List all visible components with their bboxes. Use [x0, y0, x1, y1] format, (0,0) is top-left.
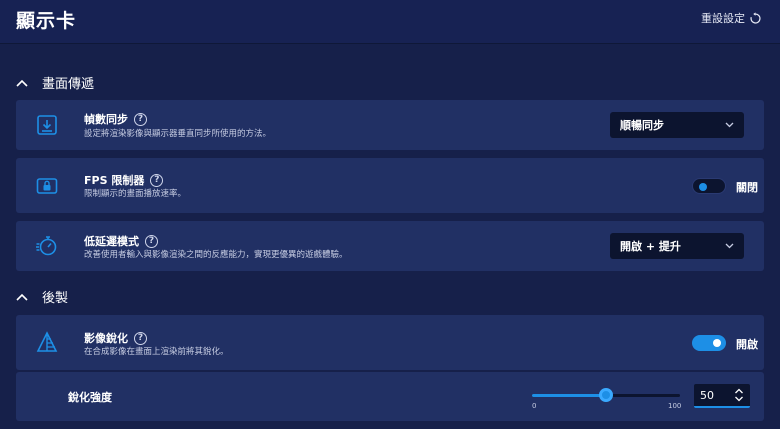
vsync-title: 幀數同步 — [84, 113, 128, 126]
chevron-down-icon — [725, 243, 734, 249]
vsync-dropdown-value: 順暢同步 — [620, 119, 664, 132]
chevron-up-icon — [16, 293, 28, 301]
section-post-header[interactable]: 後製 — [16, 287, 68, 306]
slider-thumb[interactable] — [599, 388, 613, 402]
chevron-up-icon — [16, 79, 28, 87]
slider-fill — [532, 394, 606, 397]
vsync-dropdown[interactable]: 順暢同步 — [610, 112, 744, 138]
fps-limiter-help-icon[interactable]: ? — [150, 173, 164, 187]
fps-limiter-description: 限制顯示的畫面播放速率。 — [84, 189, 187, 199]
slider-min-label: 0 — [532, 402, 537, 410]
sharpening-help-icon[interactable]: ? — [134, 331, 147, 345]
sharpness-value: 50 — [700, 388, 714, 402]
vsync-description: 設定將渲染影像與顯示器垂直同步所使用的方法。 — [84, 129, 272, 139]
fps-lock-icon — [36, 178, 58, 194]
vsync-card: 幀數同步 ? 設定將渲染影像與顯示器垂直同步所使用的方法。 順暢同步 — [16, 100, 764, 150]
reset-settings-button[interactable]: 重設設定 — [701, 10, 762, 26]
fps-limiter-state-label: 關閉 — [736, 181, 758, 194]
sharpness-label: 銳化強度 — [68, 391, 112, 404]
sharpen-icon — [36, 331, 58, 352]
fps-limiter-card: FPS 限制器 ? 限制顯示的畫面播放速率。 關閉 — [16, 158, 764, 213]
header-bar: 顯示卡 重設設定 — [0, 0, 780, 44]
low-latency-dropdown-value: 開啟 + 提升 — [620, 240, 681, 253]
reset-label: 重設設定 — [701, 12, 745, 25]
sharpness-card: 銳化強度 0 100 50 — [16, 372, 764, 421]
chevron-down-icon — [725, 122, 734, 128]
toggle-knob — [713, 339, 721, 347]
page-title: 顯示卡 — [16, 10, 77, 32]
low-latency-title: 低延遲模式 — [84, 235, 139, 248]
sharpness-stepper[interactable]: 50 — [694, 384, 750, 408]
reset-icon — [750, 11, 761, 24]
sharpening-toggle[interactable] — [692, 335, 726, 351]
vsync-help-icon[interactable]: ? — [134, 112, 147, 126]
sharpening-state-label: 開啟 — [736, 338, 758, 351]
vsync-icon — [37, 115, 57, 135]
fps-limiter-toggle[interactable] — [692, 178, 726, 194]
section-post-label: 後製 — [42, 291, 69, 306]
sharpness-slider[interactable] — [532, 388, 680, 402]
toggle-knob — [699, 183, 707, 191]
section-display-header[interactable]: 畫面傳遞 — [16, 73, 94, 92]
low-latency-dropdown[interactable]: 開啟 + 提升 — [610, 233, 744, 259]
sharpening-title: 影像銳化 — [84, 332, 128, 345]
low-latency-help-icon[interactable]: ? — [145, 234, 158, 248]
slider-max-label: 100 — [668, 402, 682, 410]
up-down-arrows-icon[interactable] — [734, 388, 744, 402]
sharpening-card: 影像銳化 ? 在合成影像在畫面上渲染前將其銳化。 開啟 — [16, 315, 764, 370]
low-latency-description: 改善使用者輸入與影像渲染之間的反應能力，實現更優異的遊戲體驗。 — [84, 250, 348, 260]
stopwatch-icon — [36, 236, 57, 256]
sharpening-description: 在合成影像在畫面上渲染前將其銳化。 — [84, 347, 229, 357]
fps-limiter-title: FPS 限制器 — [84, 174, 145, 187]
low-latency-card: 低延遲模式 ? 改善使用者輸入與影像渲染之間的反應能力，實現更優異的遊戲體驗。 … — [16, 221, 764, 271]
section-display-label: 畫面傳遞 — [42, 77, 95, 92]
